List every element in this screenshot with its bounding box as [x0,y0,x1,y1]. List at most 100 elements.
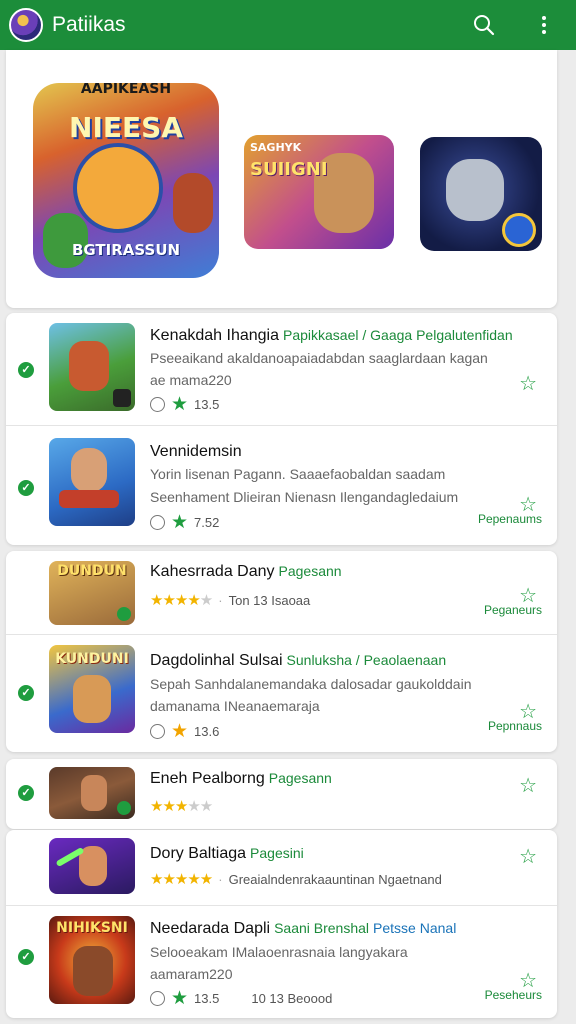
app-description: Pseeaikand akaldanoapaiadabdan saaglarda… [150,350,488,366]
list-item[interactable]: ✓ Vennidemsin Yorin lisenan Pagann. Saaa… [6,426,557,545]
star-icon: ★ [171,512,189,533]
app-tag: Pagesann [268,770,332,786]
featured-game-2-title: SUIIGNI [250,159,328,180]
app-group-2: DUNDUN Kahesrrada Dany Pagesann ★★★★★ · T… [6,551,557,752]
star-icon: ★ [171,721,189,742]
rating-stars: ★★★★★ [150,798,213,815]
app-description-2: Seenhament Dlieiran Nienasn Ilengandagle… [150,489,459,505]
app-thumbnail: DUNDUN [49,561,135,625]
favorite-star-icon[interactable]: ☆ [519,371,537,396]
rating-stars: ★★★★★ [150,871,213,888]
app-description-2: damanama INeanaemaraja [150,698,320,714]
app-bar: Patiikas [0,0,576,50]
star-icon: ★ [171,988,189,1009]
check-icon: ✓ [18,685,34,701]
app-tag: Saani Brenshal [274,920,370,936]
app-description: Selooeakam IMalaoenrasnaia langyakara [150,944,408,960]
app-category: Peseheurs [484,988,542,1002]
app-name: Kahesrrada Dany [150,563,275,580]
check-icon: ✓ [18,785,34,801]
app-logo[interactable] [9,8,43,42]
app-name: Kenakdah Ihangia [150,327,279,344]
app-meta: ★ 13.6 [150,722,219,741]
app-thumbnail: NIHIKSNI [49,916,135,1004]
app-thumbnail [49,323,135,411]
search-icon [474,15,495,36]
app-title: Kahesrrada Dany Pagesann [150,563,342,581]
app-thumbnail [49,438,135,526]
rating-stars: ★★★★★ [150,592,213,609]
more-options-button[interactable] [526,7,562,43]
app-title: Kenakdah Ihangia Papikkasael / Gaaga Pelg… [150,327,513,345]
app-thumbnail [49,838,135,894]
app-rating: 13.6 [194,724,220,739]
featured-game-2[interactable]: SAGHYK SUIIGNI [244,135,394,249]
app-title: Patiikas [52,13,126,36]
app-title: Dory Baltiaga Pagesini [150,845,304,863]
featured-game-3[interactable] [420,137,542,251]
app-meta: ★ 7.52 [150,513,219,532]
app-title: Needarada Dapli Saani Brenshal Petsse Nana… [150,920,456,938]
app-description: Sepah Sanhdalanemandaka dalosadar gaukol… [150,676,472,692]
download-status-icon [150,515,165,530]
app-category: Pepnnaus [487,719,542,733]
download-status-icon [150,397,165,412]
app-meta-text: Ton 13 Isaoaa [228,592,311,608]
app-tag: Pagesini [250,845,304,861]
app-name: Needarada Dapli [150,920,271,937]
list-item[interactable]: Dory Baltiaga Pagesini ★★★★★ · Greaialnde… [6,830,557,906]
app-name: Vennidemsin [150,443,242,460]
search-button[interactable] [466,7,502,43]
favorite-star-icon[interactable]: ☆ [519,844,537,869]
featured-carousel: AAPIKEASH NIEESA BGTIRASSUN SAGHYK SUIIG… [6,50,557,308]
app-description-2: aamaram220 [150,966,233,982]
featured-game-2-caption: SAGHYK [250,141,302,154]
app-rating: 7.52 [194,515,220,530]
app-meta-text: 10 13 Beoood [251,991,333,1006]
app-tag: Pagesann [278,563,342,579]
app-tag-2: Petsse Nanal [373,920,457,936]
app-title: Dagdolinhal Sulsai Sunluksha / Peaolaenaa… [150,652,446,670]
check-icon: ✓ [18,480,34,496]
download-status-icon [150,991,165,1006]
app-title: Eneh Pealborng Pagesann [150,770,332,788]
app-category: Peganeurs [483,603,542,617]
app-meta: ★ 13.5 10 13 Beoood [150,989,332,1008]
list-item[interactable]: DUNDUN Kahesrrada Dany Pagesann ★★★★★ · T… [6,551,557,635]
app-description: Yorin lisenan Pagann. Saaaefaobaldan saa… [150,466,446,482]
app-meta: ★★★★★ [150,797,213,815]
app-title: Vennidemsin [150,443,242,461]
featured-game-1-subtitle: BGTIRASSUN [71,241,181,259]
featured-game-1-caption-top: AAPIKEASH [80,83,172,97]
app-category: Pepenaums [477,512,542,526]
app-tag: Papikkasael / Gaaga Pelgalutenfidan [283,327,513,343]
app-group-1: ✓ Kenakdah Ihangia Papikkasael / Gaaga Pe… [6,313,557,545]
star-icon: ★ [171,394,189,415]
app-thumbnail [49,767,135,819]
app-meta: ★★★★★ · Greaialndenrakaauntinan Ngaetnan… [150,871,442,888]
app-name: Eneh Pealborng [150,770,265,787]
app-tag: Sunluksha / Peaolaenaan [286,652,447,668]
app-group-4: Dory Baltiaga Pagesini ★★★★★ · Greaialnde… [6,830,557,1018]
app-name: Dory Baltiaga [150,845,247,862]
app-group-3: ✓ Eneh Pealborng Pagesann ★★★★★ ☆ [6,759,557,829]
list-item[interactable]: ✓ NIHIKSNI Needarada Dapli Saani Brenshal… [6,906,557,1018]
app-thumbnail: KUNDUNI [49,645,135,733]
app-rating: 13.5 [194,991,220,1006]
more-vert-icon [542,16,546,34]
list-item[interactable]: ✓ KUNDUNI Dagdolinhal Sulsai Sunluksha / … [6,635,557,752]
app-meta: ★★★★★ · Ton 13 Isaoaa [150,592,311,609]
featured-game-1[interactable]: AAPIKEASH NIEESA BGTIRASSUN [33,83,219,278]
app-meta: ★ 13.5 [150,395,219,414]
download-status-icon [150,724,165,739]
favorite-star-icon[interactable]: ☆ [519,773,537,798]
list-item[interactable]: ✓ Kenakdah Ihangia Papikkasael / Gaaga Pe… [6,313,557,426]
app-meta-text: Greaialndenrakaauntinan Ngaetnand [228,871,442,887]
app-rating: 13.5 [194,397,220,412]
check-icon: ✓ [18,949,34,965]
app-name: Dagdolinhal Sulsai [150,652,283,669]
list-item[interactable]: ✓ Eneh Pealborng Pagesann ★★★★★ ☆ [6,759,557,829]
featured-game-1-title: NIEESA [69,111,183,144]
check-icon: ✓ [18,362,34,378]
app-description-2: ae mama220 [150,372,232,388]
